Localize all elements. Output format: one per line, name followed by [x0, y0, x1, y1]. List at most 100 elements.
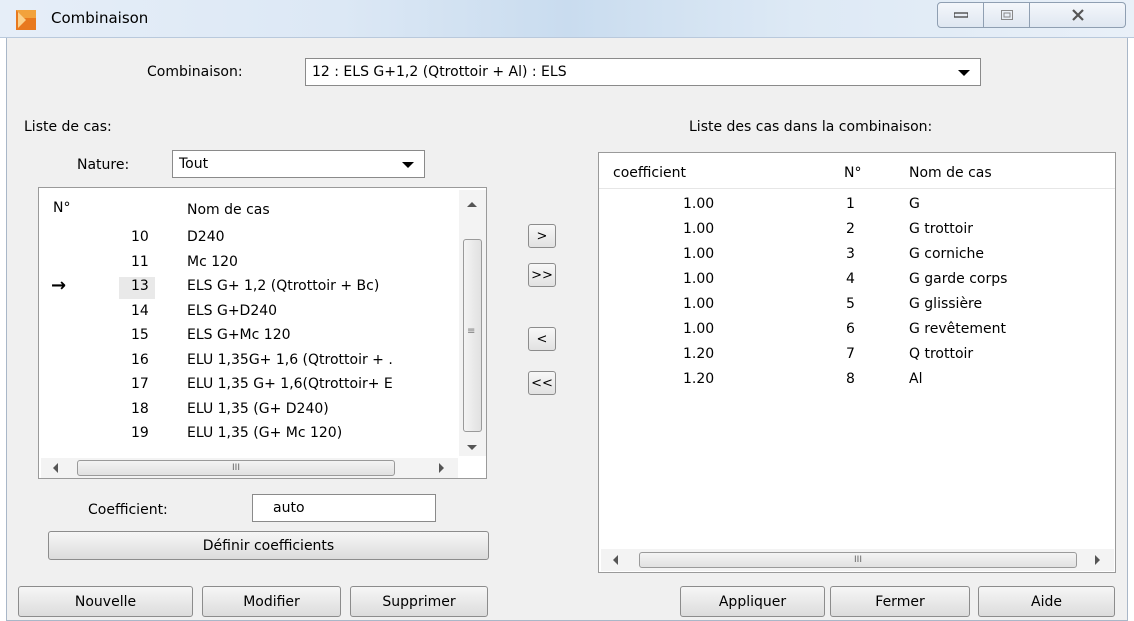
case-number: 6 — [846, 321, 855, 337]
scroll-right-icon[interactable] — [439, 463, 444, 473]
case-name: Q trottoir — [909, 346, 974, 362]
maximize-icon — [1000, 10, 1013, 20]
case-name: ELS G+Mc 120 — [187, 327, 291, 343]
table-row[interactable]: 1.20 7 Q trottoir — [599, 343, 1113, 367]
fermer-button[interactable]: Fermer — [830, 586, 970, 617]
case-name: G glissière — [909, 296, 983, 312]
case-number: 7 — [846, 346, 855, 362]
combination-horizontal-scrollbar[interactable]: III — [601, 549, 1114, 571]
list-item[interactable]: 15 ELS G+Mc 120 — [39, 324, 457, 348]
coefficient-cell: 1.00 — [683, 271, 715, 287]
case-number: 10 — [131, 229, 149, 245]
case-name: ELU 1,35 (G+ Mc 120) — [187, 425, 343, 441]
cases-list[interactable]: N° Nom de cas 10 D240 11 Mc 120 → 13 ELS G+ 1,… — [38, 187, 487, 479]
nature-value: Tout — [179, 156, 209, 172]
case-name: G trottoir — [909, 221, 973, 237]
aide-button[interactable]: Aide — [978, 586, 1115, 617]
case-number: 13 — [131, 278, 149, 294]
case-name: D240 — [187, 229, 225, 245]
title-bar[interactable]: Combinaison — [0, 0, 1134, 38]
case-number: 5 — [846, 296, 855, 312]
appliquer-button[interactable]: Appliquer — [680, 586, 825, 617]
minimize-button[interactable] — [937, 2, 984, 28]
combination-cases-label: Liste des cas dans la combinaison: — [689, 119, 933, 135]
column-header-number[interactable]: N° — [844, 165, 861, 181]
nature-dropdown[interactable]: Tout — [172, 150, 425, 178]
supprimer-button[interactable]: Supprimer — [350, 586, 488, 617]
table-row[interactable]: 1.00 1 G — [599, 193, 1113, 217]
cases-horizontal-scrollbar[interactable]: III — [41, 458, 458, 478]
nouvelle-button[interactable]: Nouvelle — [18, 586, 193, 617]
case-name: G garde corps — [909, 271, 1008, 287]
case-name: ELU 1,35 G+ 1,6(Qtrottoir+ E — [187, 376, 393, 392]
case-number: 2 — [846, 221, 855, 237]
horizontal-scroll-thumb[interactable]: III — [639, 552, 1077, 568]
list-item[interactable]: 10 D240 — [39, 226, 457, 250]
list-item[interactable]: 16 ELU 1,35G+ 1,6 (Qtrottoir + . — [39, 349, 457, 373]
scroll-grip-icon: III — [232, 463, 240, 473]
window-controls — [937, 2, 1126, 28]
case-name: G revêtement — [909, 321, 1006, 337]
coefficient-cell: 1.20 — [683, 346, 715, 362]
vertical-scroll-thumb[interactable]: ≡ — [463, 239, 482, 432]
table-row[interactable]: 1.00 2 G trottoir — [599, 218, 1113, 242]
remove-case-button[interactable]: < — [528, 327, 556, 351]
remove-all-cases-button[interactable]: << — [528, 371, 556, 395]
list-item[interactable]: 11 Mc 120 — [39, 251, 457, 275]
table-row[interactable]: 1.00 4 G garde corps — [599, 268, 1113, 292]
case-name: G — [909, 196, 920, 212]
close-icon — [1071, 9, 1084, 21]
define-coefficients-button[interactable]: Définir coefficients — [48, 531, 489, 560]
combinaison-label: Combinaison: — [147, 64, 243, 80]
coefficient-value: auto — [273, 500, 305, 516]
scroll-grip-icon: III — [854, 555, 862, 565]
case-number: 11 — [131, 253, 149, 270]
coefficient-cell: 1.20 — [683, 371, 715, 387]
chevron-down-icon — [958, 70, 970, 76]
coefficient-cell: 1.00 — [683, 221, 715, 237]
table-row[interactable]: 1.00 6 G revêtement — [599, 318, 1113, 342]
case-name: ELU 1,35 (G+ D240) — [187, 400, 329, 417]
case-name: Mc 120 — [187, 253, 238, 270]
combinaison-dropdown[interactable]: 12 : ELS G+1,2 (Qtrottoir + Al) : ELS — [305, 58, 981, 86]
scroll-up-icon[interactable] — [467, 202, 477, 207]
cases-vertical-scrollbar[interactable]: ≡ — [459, 190, 486, 456]
close-button[interactable] — [1030, 2, 1126, 28]
case-number: 15 — [131, 327, 149, 343]
current-row-arrow-icon: → — [51, 275, 67, 296]
table-row[interactable]: 1.20 8 Al — [599, 368, 1113, 392]
liste-de-cas-label: Liste de cas: — [24, 119, 112, 135]
case-number: 17 — [131, 376, 149, 392]
scroll-grip-icon: ≡ — [467, 326, 476, 337]
app-logo-icon — [16, 10, 36, 30]
scroll-right-icon[interactable] — [1095, 555, 1100, 565]
coefficient-cell: 1.00 — [683, 296, 715, 312]
table-row[interactable]: 1.00 3 G corniche — [599, 243, 1113, 267]
column-header-name[interactable]: Nom de cas — [909, 165, 992, 181]
list-item[interactable]: 19 ELU 1,35 (G+ Mc 120) — [39, 422, 457, 446]
list-item[interactable]: 18 ELU 1,35 (G+ D240) — [39, 398, 457, 422]
modifier-button[interactable]: Modifier — [202, 586, 341, 617]
scroll-down-icon[interactable] — [467, 445, 477, 450]
scroll-left-icon[interactable] — [613, 555, 618, 565]
add-all-cases-button[interactable]: >> — [528, 263, 556, 287]
list-item[interactable]: → 13 ELS G+ 1,2 (Qtrottoir + Bc) — [39, 275, 457, 299]
coefficient-cell: 1.00 — [683, 196, 715, 212]
case-number: 19 — [131, 425, 149, 441]
coefficient-input[interactable]: auto — [252, 494, 436, 522]
coefficient-label: Coefficient: — [88, 502, 168, 518]
add-case-button[interactable]: > — [528, 224, 556, 248]
table-row[interactable]: 1.00 5 G glissière — [599, 293, 1113, 317]
maximize-button[interactable] — [984, 2, 1030, 28]
list-item[interactable]: 14 ELS G+D240 — [39, 300, 457, 324]
chevron-down-icon — [402, 162, 414, 168]
column-header-coefficient[interactable]: coefficient — [613, 165, 686, 181]
column-header-name[interactable]: Nom de cas — [187, 202, 270, 218]
horizontal-scroll-thumb[interactable]: III — [77, 460, 395, 476]
scroll-left-icon[interactable] — [53, 463, 58, 473]
column-header-number[interactable]: N° — [53, 200, 70, 216]
list-item[interactable]: 17 ELU 1,35 G+ 1,6(Qtrottoir+ E — [39, 373, 457, 397]
window-title: Combinaison — [51, 9, 149, 27]
combination-cases-list[interactable]: coefficient N° Nom de cas 1.00 1 G 1.00 2 G t… — [598, 152, 1116, 573]
combinaison-value: 12 : ELS G+1,2 (Qtrottoir + Al) : ELS — [312, 64, 567, 80]
